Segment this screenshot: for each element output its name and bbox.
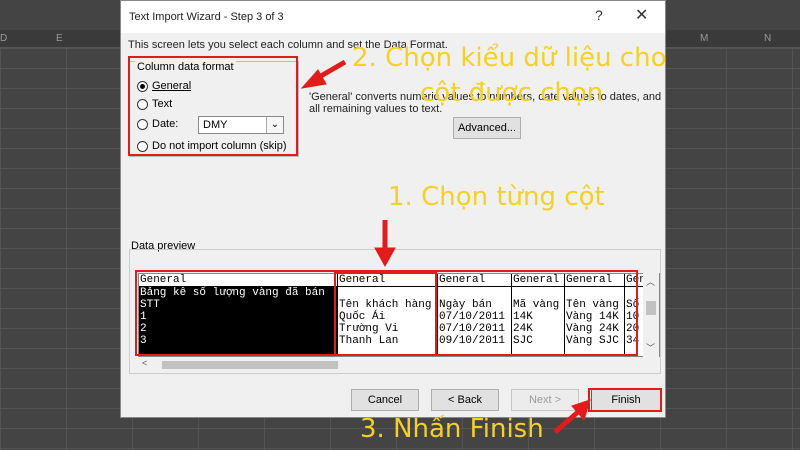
arrowhead-step1-icon [374,247,396,268]
annotation-step2-line2: cột được chọn [420,78,604,108]
annotation-step3: 3. Nhấn Finish [360,414,544,444]
annotation-step2-line1: 2. Chọn kiểu dữ liệu cho [352,43,667,73]
annotation-step1: 1. Chọn từng cột [388,182,605,212]
arrow-step3-icon [553,410,580,434]
